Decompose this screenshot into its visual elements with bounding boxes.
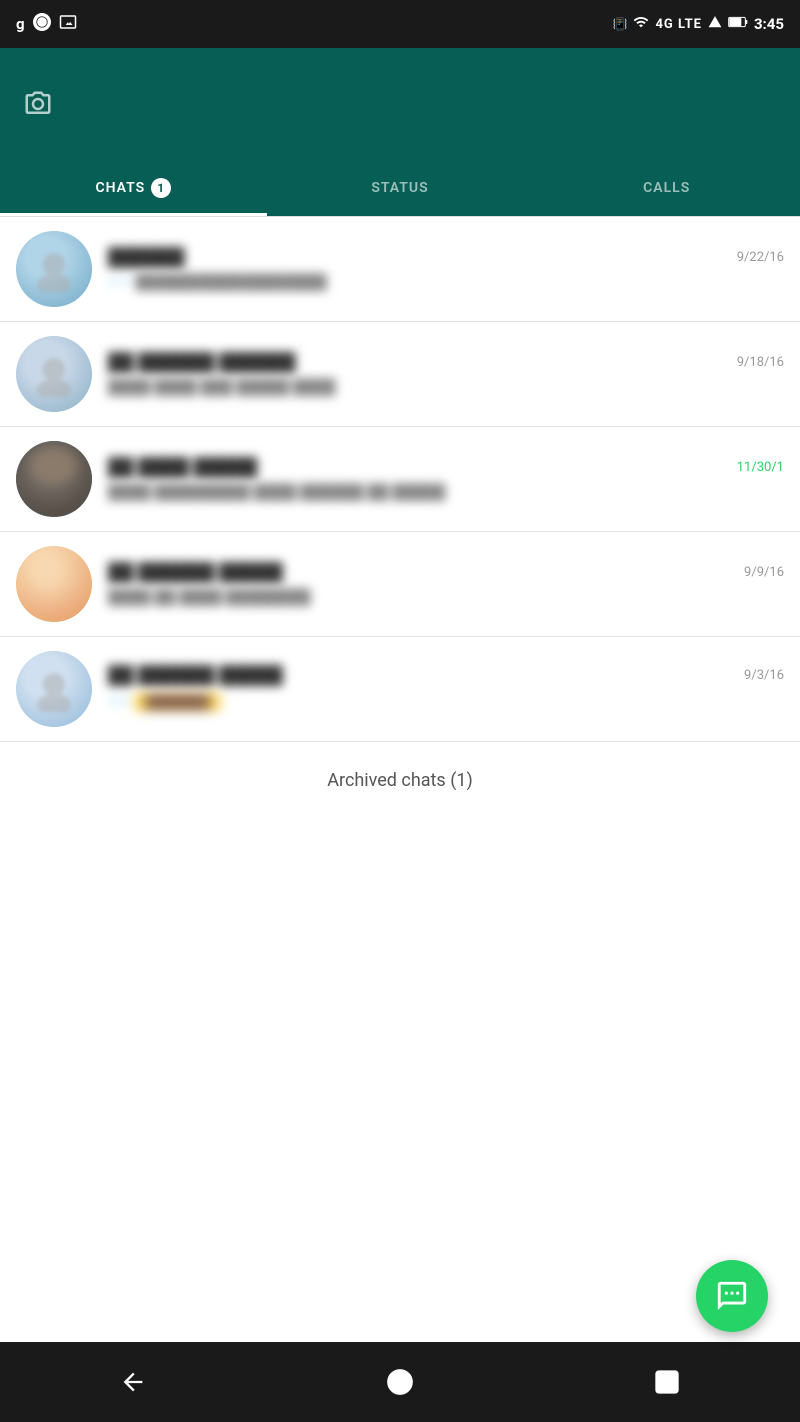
tab-calls[interactable]: CALLS bbox=[533, 160, 800, 216]
chat-top-row: ██ ████ █████ 11/30/1 bbox=[108, 457, 784, 478]
chat-top-row: ██ ██████ ██████ 9/18/16 bbox=[108, 352, 784, 373]
chat-name: ██ ██████ █████ bbox=[108, 562, 736, 583]
chat-top-row: ██ ██████ █████ 9/9/16 bbox=[108, 562, 784, 583]
main-content: ██████ 9/22/16 ✓✓ ██████████████████ ██ … bbox=[0, 216, 800, 1342]
chat-preview: ████ ████ ███ █████ ████ bbox=[108, 378, 784, 396]
chat-preview: ████ █████████ ████ ██████ ██ █████ bbox=[108, 483, 784, 501]
archived-chats[interactable]: Archived chats (1) bbox=[0, 742, 800, 819]
signal-triangle-icon bbox=[708, 15, 722, 33]
chat-time: 9/22/16 bbox=[737, 250, 784, 265]
chat-list: ██████ 9/22/16 ✓✓ ██████████████████ ██ … bbox=[0, 216, 800, 1342]
recents-button[interactable] bbox=[637, 1352, 697, 1412]
chat-preview: ✓✓ ██████████████████ bbox=[108, 273, 784, 291]
new-chat-fab[interactable] bbox=[696, 1260, 768, 1332]
archived-chats-label: Archived chats (1) bbox=[327, 770, 472, 791]
gallery-icon bbox=[59, 13, 77, 35]
chats-badge: 1 bbox=[151, 178, 171, 198]
lte-label: 4G LTE bbox=[655, 17, 702, 32]
avatar bbox=[16, 231, 92, 307]
chat-name: ██ ██████ ██████ bbox=[108, 352, 729, 373]
chat-item[interactable]: ██ ██████ ██████ 9/18/16 ████ ████ ███ █… bbox=[0, 322, 800, 426]
avatar bbox=[16, 441, 92, 517]
bottom-nav-bar bbox=[0, 1342, 800, 1422]
chat-time: 11/30/1 bbox=[737, 460, 784, 475]
chat-top-row: ██████ 9/22/16 bbox=[108, 247, 784, 268]
chat-time: 9/9/16 bbox=[744, 565, 784, 580]
chat-content: ██ ██████ █████ 9/3/16 ✓✓ ███████ bbox=[108, 665, 784, 713]
status-bar-right-icons: 📳 4G LTE 3:45 bbox=[612, 14, 784, 34]
chat-name: ██ ████ █████ bbox=[108, 457, 729, 478]
chat-item[interactable]: ██████ 9/22/16 ✓✓ ██████████████████ bbox=[0, 217, 800, 321]
tab-chats[interactable]: CHATS 1 bbox=[0, 160, 267, 216]
camera-button[interactable] bbox=[16, 82, 60, 126]
avatar bbox=[16, 336, 92, 412]
chat-content: ██ ██████ █████ 9/9/16 ████ ██ ████ ████… bbox=[108, 562, 784, 606]
g-icon: g bbox=[16, 15, 25, 33]
chat-name: ██ ██████ █████ bbox=[108, 665, 736, 686]
chat-item[interactable]: ██ ██████ █████ 9/9/16 ████ ██ ████ ████… bbox=[0, 532, 800, 636]
sticker-preview: ███████ bbox=[135, 691, 219, 713]
tab-status-label: STATUS bbox=[371, 180, 428, 196]
avatar bbox=[16, 546, 92, 622]
chat-time: 9/3/16 bbox=[744, 668, 784, 683]
battery-icon bbox=[728, 15, 748, 33]
chat-preview: ████ ██ ████ ████████ bbox=[108, 588, 784, 606]
clock: 3:45 bbox=[754, 15, 784, 33]
avatar bbox=[16, 651, 92, 727]
status-bar: g 📳 4G LTE 3:45 bbox=[0, 0, 800, 48]
chat-top-row: ██ ██████ █████ 9/3/16 bbox=[108, 665, 784, 686]
double-check-icon: ✓✓ bbox=[108, 694, 131, 710]
tab-chats-label: CHATS bbox=[95, 180, 145, 196]
signal-bars-icon bbox=[633, 14, 649, 34]
chat-content: ██ ██████ ██████ 9/18/16 ████ ████ ███ █… bbox=[108, 352, 784, 396]
chat-time: 9/18/16 bbox=[737, 355, 784, 370]
home-button[interactable] bbox=[370, 1352, 430, 1412]
status-bar-left-icons: g bbox=[16, 13, 77, 35]
chat-preview: ✓✓ ███████ bbox=[108, 691, 784, 713]
tab-status[interactable]: STATUS bbox=[267, 160, 534, 216]
whatsapp-status-icon bbox=[33, 13, 51, 35]
tab-calls-label: CALLS bbox=[643, 180, 690, 196]
chat-content: ██ ████ █████ 11/30/1 ████ █████████ ███… bbox=[108, 457, 784, 501]
back-button[interactable] bbox=[103, 1352, 163, 1412]
vibrate-icon: 📳 bbox=[612, 17, 627, 31]
double-check-icon: ✓✓ bbox=[108, 274, 131, 290]
chat-name: ██████ bbox=[108, 247, 729, 268]
chat-content: ██████ 9/22/16 ✓✓ ██████████████████ bbox=[108, 247, 784, 291]
chat-item[interactable]: ██ ████ █████ 11/30/1 ████ █████████ ███… bbox=[0, 427, 800, 531]
spacer bbox=[0, 819, 800, 1342]
tab-bar: CHATS 1 STATUS CALLS bbox=[0, 160, 800, 216]
app-header bbox=[0, 48, 800, 160]
chat-item[interactable]: ██ ██████ █████ 9/3/16 ✓✓ ███████ bbox=[0, 637, 800, 741]
